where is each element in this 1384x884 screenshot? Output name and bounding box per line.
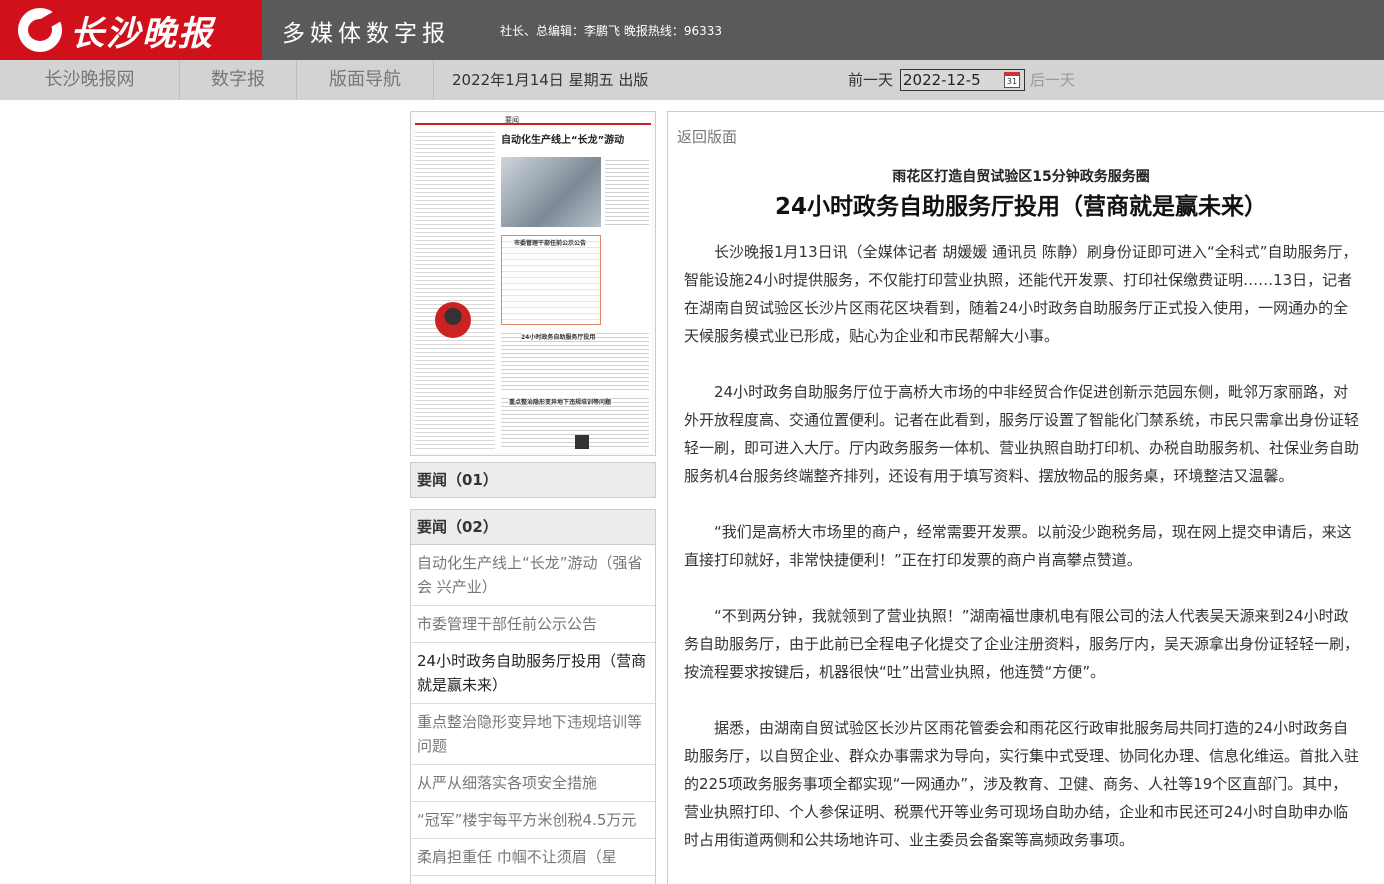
thumbnail-table-title: 市委管理干部任前公示公告: [514, 240, 587, 247]
thumbnail-qr-code: [575, 435, 589, 449]
calendar-icon[interactable]: 31: [1004, 72, 1020, 88]
next-day-link[interactable]: 后一天: [1030, 60, 1075, 100]
nav-link-page-nav[interactable]: 版面导航: [297, 60, 434, 100]
thumbnail-page: 要闻 自动化生产线上“长龙”游动 市委管理干部任前公示公告 24小时政务自助服务…: [415, 115, 651, 453]
article-list-item[interactable]: 市委管理干部任前公示公告: [411, 606, 655, 643]
date-value: 2022-12-5: [903, 71, 981, 89]
article-paragraph: “不到两分钟，我就领到了营业执照！”湖南福世康机电有限公司的法人代表吴天源来到2…: [684, 607, 1360, 681]
back-to-page-link[interactable]: 返回版面: [677, 126, 737, 147]
article-list: 自动化生产线上“长龙”游动（强省会 兴产业） 市委管理干部任前公示公告 24小时…: [410, 545, 656, 884]
prev-day-link[interactable]: 前一天: [848, 60, 893, 100]
page-thumbnail[interactable]: 要闻 自动化生产线上“长龙”游动 市委管理干部任前公示公告 24小时政务自助服务…: [410, 111, 656, 456]
thumbnail-article-block: 24小时政务自助服务厅投用: [501, 330, 649, 390]
thumbnail-left-column: [415, 129, 495, 449]
article-list-item[interactable]: “冠军”楼宇每平方米创税4.5万元: [411, 802, 655, 839]
article-list-item-active[interactable]: 24小时政务自助服务厅投用（营商就是赢未来）: [411, 643, 655, 704]
site-title: 多媒体数字报: [282, 21, 450, 47]
editor-hotline-info: 社长、总编辑：李鹏飞 晚报热线：96333: [500, 24, 722, 38]
thumbnail-text-block: [605, 157, 649, 227]
issue-date: 2022年1月14日 星期五 出版: [452, 71, 649, 89]
thumbnail-bottom-headline: 重点整治隐形变异地下违规培训等问题: [509, 397, 612, 406]
article-list-item[interactable]: 自动化生产线上“长龙”游动（强省会 兴产业）: [411, 545, 655, 606]
section-page-01[interactable]: 要闻（01）: [410, 462, 656, 498]
thumbnail-headline: 自动化生产线上“长龙”游动: [501, 135, 625, 146]
nav-bar: 长沙晚报网 数字报 版面导航 2022年1月14日 星期五 出版 前一天 后一天: [0, 60, 1384, 100]
article-paragraph: “我们是高桥大市场里的商户，经常需要开发票。以前没少跑税务局，现在网上提交申请后…: [684, 523, 1352, 569]
thumbnail-photo: [501, 157, 601, 227]
article-paragraph: 长沙晚报1月13日讯（全媒体记者 胡媛媛 通讯员 陈静）刷身份证即可进入“全科式…: [684, 243, 1358, 345]
thumbnail-header: 要闻: [415, 115, 651, 125]
article-title: 24小时政务自助服务厅投用（营商就是赢未来）: [774, 194, 1267, 220]
logo-text: 长沙晚报: [70, 13, 214, 54]
thumbnail-page-label: 要闻: [505, 116, 519, 124]
thumbnail-table: 市委管理干部任前公示公告: [501, 235, 601, 325]
site-logo[interactable]: 长沙晚报: [0, 0, 262, 60]
article-paragraph: 24小时政务自助服务厅位于高桥大市场的中非经贸合作促进创新示范园东侧，毗邻万家丽…: [684, 383, 1360, 485]
article-panel: 返回版面 雨花区打造自贸试验区15分钟政务服务圈 24小时政务自助服务厅投用（营…: [667, 111, 1384, 884]
top-header: 长沙晚报 多媒体数字报 社长、总编辑：李鹏飞 晚报热线：96333: [0, 0, 1384, 60]
nav-link-digital-paper[interactable]: 数字报: [180, 60, 297, 100]
article-paragraph: 据悉，由湖南自贸试验区长沙片区雨花管委会和雨花区行政审批服务局共同打造的24小时…: [684, 719, 1360, 849]
date-input[interactable]: 2022-12-5 31: [900, 69, 1025, 91]
logo-mark-icon: [18, 8, 62, 52]
article-list-item[interactable]: 重点整治隐形变异地下违规培训等问题: [411, 704, 655, 765]
thumbnail-portrait: [435, 302, 471, 338]
article-body: 长沙晚报1月13日讯（全媒体记者 胡媛媛 通讯员 陈静）刷身份证即可进入“全科式…: [684, 238, 1362, 882]
thumbnail-mid-headline: 24小时政务自助服务厅投用: [521, 332, 596, 341]
nav-link-csw[interactable]: 长沙晚报网: [0, 60, 180, 100]
article-subtitle: 雨花区打造自贸试验区15分钟政务服务圈: [892, 169, 1150, 185]
article-list-item[interactable]: 柔肩担重任 巾帼不让须眉（星: [411, 839, 655, 876]
section-page-02[interactable]: 要闻（02）: [410, 509, 656, 545]
article-list-item[interactable]: 从严从细落实各项安全措施: [411, 765, 655, 802]
